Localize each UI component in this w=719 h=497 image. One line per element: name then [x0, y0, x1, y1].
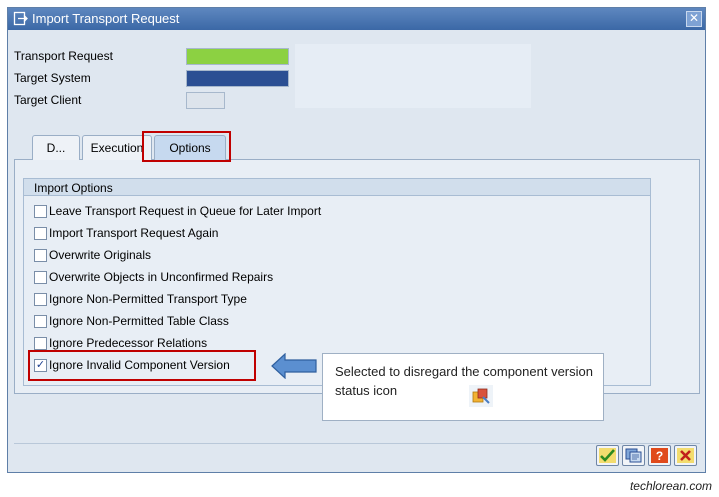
import-options-header: Import Options: [23, 178, 651, 196]
checkbox[interactable]: [34, 249, 47, 262]
import-transport-dialog: Import Transport Request ✕ Transport Req…: [7, 7, 706, 473]
option-label: Overwrite Objects in Unconfirmed Repairs: [49, 270, 274, 284]
option-label: Overwrite Originals: [49, 248, 152, 262]
window-title: Import Transport Request: [32, 11, 180, 26]
callout-text: Selected to disregard the component vers…: [335, 364, 593, 398]
help-icon: ?: [651, 448, 668, 463]
close-button[interactable]: ✕: [686, 11, 702, 27]
checkbox[interactable]: [34, 315, 47, 328]
cancel-button[interactable]: [674, 445, 697, 466]
annotation-callout: Selected to disregard the component vers…: [322, 353, 604, 421]
help-button[interactable]: ?: [648, 445, 671, 466]
field-target-client: Target Client: [8, 90, 288, 111]
checkbox[interactable]: [34, 337, 47, 350]
option-label: Import Transport Request Again: [49, 226, 219, 240]
option-label: Ignore Predecessor Relations: [49, 336, 208, 350]
field-target-system: Target System: [8, 68, 289, 89]
field-transport-request: Transport Request: [8, 46, 289, 67]
checkbox[interactable]: [34, 271, 47, 284]
selected-option-highlight: [28, 350, 256, 381]
arrow-left-icon: [271, 353, 317, 379]
options-tab-highlight: [142, 131, 231, 162]
confirm-button[interactable]: [596, 445, 619, 466]
field-label: Transport Request: [14, 49, 113, 63]
title-bar: Import Transport Request ✕: [8, 8, 705, 30]
watermark: techlorean.com: [629, 479, 712, 493]
tab-description[interactable]: D...: [32, 135, 80, 160]
copy-icon: [625, 448, 642, 463]
option-label: Leave Transport Request in Queue for Lat…: [49, 204, 322, 218]
footer-separator: [14, 443, 700, 444]
target-client-value[interactable]: [186, 92, 225, 109]
checkbox[interactable]: [34, 227, 47, 240]
target-system-value[interactable]: [186, 70, 289, 87]
cancel-icon: [677, 448, 694, 463]
checkmark-icon: [599, 448, 616, 463]
field-label: Target System: [14, 71, 91, 85]
option-label: Ignore Non-Permitted Transport Type: [49, 292, 247, 306]
checkbox[interactable]: [34, 205, 47, 218]
option-label: Ignore Non-Permitted Table Class: [49, 314, 229, 328]
info-panel: [295, 44, 531, 108]
svg-text:?: ?: [656, 449, 663, 463]
copy-button[interactable]: [622, 445, 645, 466]
field-label: Target Client: [14, 93, 82, 107]
component-version-status-icon: [469, 385, 493, 407]
transport-request-value[interactable]: [186, 48, 289, 65]
import-icon: [13, 11, 28, 26]
checkbox[interactable]: [34, 293, 47, 306]
